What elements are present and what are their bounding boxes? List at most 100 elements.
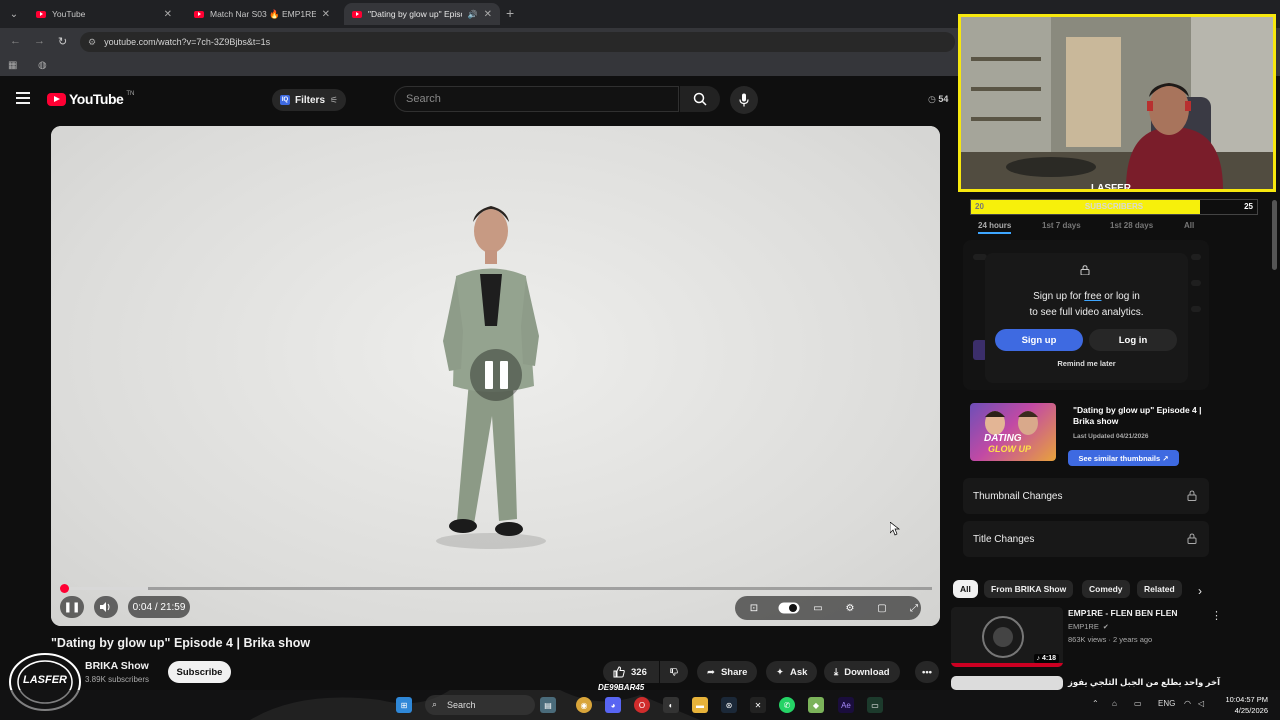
speaker-icon[interactable]: 🔊 (468, 10, 478, 19)
title-changes-row[interactable]: Title Changes (963, 521, 1209, 557)
center-pause-button[interactable] (470, 349, 522, 401)
login-text-free: free (1084, 291, 1102, 302)
subscribe-button[interactable]: Subscribe (168, 661, 231, 683)
log-in-button[interactable]: Log in (1089, 329, 1177, 351)
download-arrow-icon: ⤓ (834, 666, 839, 678)
capcut-icon[interactable]: ✕ (750, 697, 766, 713)
watch-timer[interactable]: ◷ 54 (928, 94, 948, 105)
settings-gear-icon[interactable]: ⚙ (842, 600, 858, 616)
duration-text: 4:18 (1041, 655, 1056, 662)
new-tab-plus-icon[interactable]: + (506, 5, 514, 21)
webcam-logo-text: LASFER (1091, 183, 1131, 192)
tray-chevron-up-icon[interactable]: ⌃ (1092, 699, 1099, 708)
theater-mode-icon[interactable]: ▢ (874, 600, 890, 616)
filters-button[interactable]: IQ Filters ⚟ (272, 89, 347, 111)
tab-all[interactable]: All (1184, 221, 1194, 230)
remind-me-later-link[interactable]: Remind me later (985, 359, 1188, 368)
tray-wifi-icon[interactable]: ◠ (1184, 699, 1191, 708)
windows-start-icon[interactable]: ⊞ (396, 697, 412, 713)
recommendation-duration: ♪ 4:18 (1033, 654, 1059, 663)
pause-button[interactable]: ❚❚ (60, 596, 84, 618)
fullscreen-icon[interactable]: ⤢ (906, 600, 922, 616)
taskbar-search[interactable]: ⌕ Search (425, 695, 535, 715)
browser-tab-match-nar[interactable]: Match Nar S03 🔥 EMP1RE 🔥 ✕ (186, 3, 338, 25)
chip-all[interactable]: All (953, 580, 978, 598)
page-scrollbar[interactable] (1272, 200, 1277, 270)
discord-icon[interactable]: ◕ (605, 697, 621, 713)
tray-network-icon[interactable]: ⌂ (1112, 699, 1117, 708)
url-field[interactable]: ⚙ youtube.com/watch?v=7ch-3Z9Bjbs&t=1s (80, 32, 955, 52)
opera-icon[interactable]: O (634, 697, 650, 713)
more-vertical-icon[interactable]: ⋮ (1211, 609, 1222, 622)
whatsapp-icon[interactable]: ✆ (779, 697, 795, 713)
tray-language[interactable]: ENG (1158, 699, 1175, 708)
app-icon[interactable]: ▭ (867, 697, 883, 713)
channel-name: EMP1RE (1068, 622, 1099, 631)
file-explorer-icon[interactable]: ▤ (540, 697, 556, 713)
sparkle-icon: ✦ (776, 666, 784, 678)
more-horizontal-icon: ••• (922, 666, 932, 678)
thumbnail-text-glow-up: GLOW UP (988, 444, 1031, 454)
like-button[interactable]: 326 (603, 661, 659, 683)
thumbnail-changes-row[interactable]: Thumbnail Changes (963, 478, 1209, 514)
recommendation-thumbnail[interactable]: ♪ 4:18 (951, 607, 1063, 667)
close-tab-icon[interactable]: ✕ (484, 9, 492, 20)
site-settings-icon[interactable]: ⚙ (88, 37, 96, 48)
tray-volume-icon[interactable]: ◁ (1198, 699, 1204, 708)
autoplay-toggle[interactable] (778, 600, 800, 616)
tab-first-28-days[interactable]: 1st 28 days (1110, 221, 1153, 230)
close-tab-icon[interactable]: ✕ (322, 9, 330, 20)
taskbar-overlay-text: DE99BAR45 (598, 683, 645, 692)
sign-up-button[interactable]: Sign up (995, 329, 1083, 351)
scrubber-handle[interactable] (59, 584, 69, 593)
dislike-button[interactable] (660, 661, 688, 683)
browser-tab-youtube[interactable]: YouTube ✕ (28, 3, 180, 25)
reload-icon[interactable]: ↻ (58, 35, 67, 48)
tab-title: Match Nar S03 🔥 EMP1RE 🔥 (210, 8, 316, 19)
chevron-right-icon[interactable]: › (1198, 584, 1202, 598)
youtube-favicon-icon (352, 10, 362, 18)
chip-related[interactable]: Related (1137, 580, 1182, 598)
folder-icon[interactable]: ▬ (692, 697, 708, 713)
share-button[interactable]: ➦ Share (697, 661, 758, 683)
progress-bar[interactable] (59, 584, 932, 593)
ask-button[interactable]: ✦ Ask (766, 661, 818, 683)
browser-tab-dating-episode[interactable]: "Dating by glow up" Episod 🔊 ✕ (344, 3, 500, 25)
voice-search-button[interactable] (730, 86, 758, 114)
apps-grid-icon[interactable]: ▦ (8, 60, 17, 71)
subscriber-goal-label: SUBSCRIBERS (1084, 202, 1144, 211)
steam-icon[interactable]: ⊛ (721, 697, 737, 713)
search-button[interactable] (680, 86, 720, 112)
chip-comedy[interactable]: Comedy (1082, 580, 1130, 598)
menu-hamburger-icon[interactable] (16, 92, 30, 104)
after-effects-icon[interactable]: Ae (838, 697, 854, 713)
video-player[interactable]: ❚❚ 0:04 / 21:59 ⊡ ▭ ⚙ ▢ ⤢ (51, 126, 940, 626)
tab-24-hours[interactable]: 24 hours (978, 221, 1012, 234)
tray-battery-icon[interactable]: ▭ (1134, 699, 1142, 708)
verified-check-icon: ✔ (1102, 623, 1109, 631)
youtube-favicon-icon (36, 10, 46, 18)
channel-name[interactable]: BRIKA Show (85, 660, 149, 672)
close-tab-icon[interactable]: ✕ (164, 9, 172, 20)
app-icon[interactable]: ◐ (663, 697, 679, 713)
taskbar-clock[interactable]: 10:04:57 PM 4/25/2026 (1208, 694, 1268, 716)
chip-from-brika-show[interactable]: From BRIKA Show (984, 580, 1074, 598)
tab-first-7-days[interactable]: 1st 7 days (1042, 221, 1081, 230)
download-button[interactable]: ⤓ Download (824, 661, 900, 683)
search-input[interactable]: Search (394, 86, 679, 112)
extension-iq-icon[interactable]: ⊡ (746, 600, 762, 616)
chrome-icon[interactable]: ◉ (576, 697, 592, 713)
more-actions-button[interactable]: ••• (915, 661, 939, 683)
forward-arrow-icon[interactable]: → (34, 35, 45, 47)
list-item[interactable]: ♪ 4:18 EMP1RE - FLEN BEN FLEN EMP1RE ✔ 8… (951, 607, 1231, 669)
video-thumbnail[interactable]: DATING GLOW UP (970, 403, 1056, 461)
tab-search-chevron-icon[interactable]: ⌄ (5, 5, 23, 23)
volume-button[interactable] (94, 596, 118, 618)
see-similar-thumbnails-button[interactable]: See similar thumbnails ↗ (1068, 450, 1179, 466)
back-arrow-icon[interactable]: ← (10, 35, 21, 47)
captions-icon[interactable]: ▭ (810, 600, 826, 616)
bookmark-globe-icon[interactable]: ◍ (38, 60, 47, 71)
recommendation-thumbnail[interactable] (951, 676, 1063, 690)
youtube-logo[interactable]: YouTube TN (47, 91, 134, 107)
app-icon[interactable]: ◆ (808, 697, 824, 713)
